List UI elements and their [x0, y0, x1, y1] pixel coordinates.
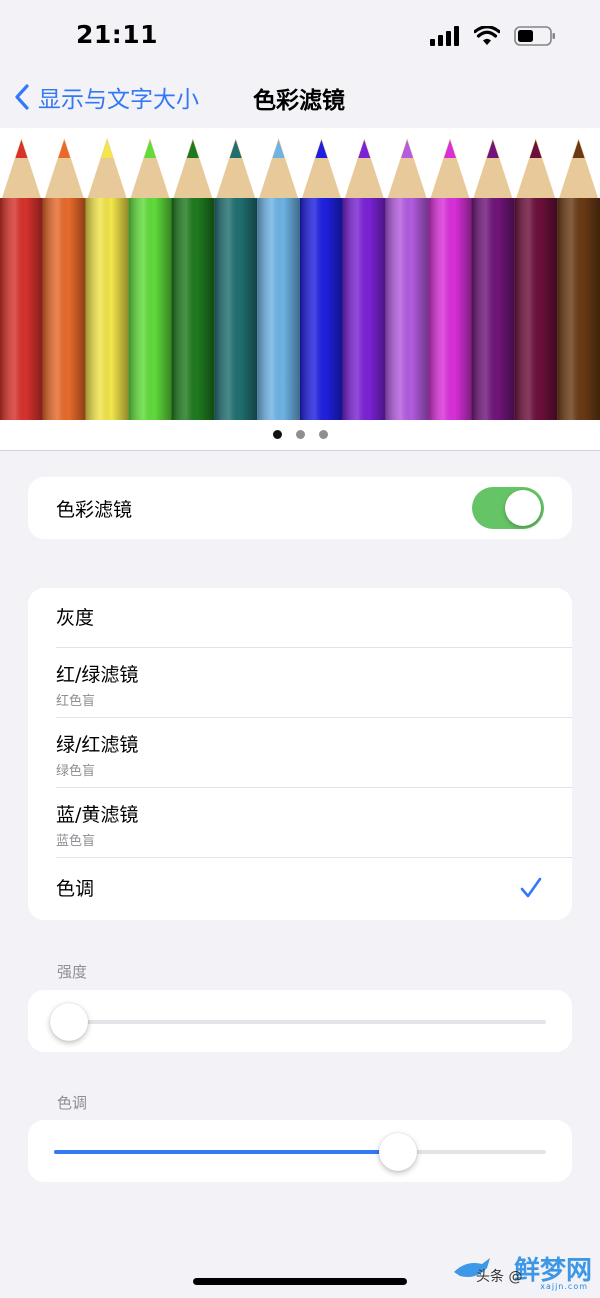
filter-options-list: 灰度 红/绿滤镜 红色盲 绿/红滤镜 绿色盲 蓝/黄滤镜 蓝色盲 色调 — [28, 588, 572, 920]
filter-option-subtitle: 蓝色盲 — [56, 834, 96, 849]
battery-icon — [514, 26, 555, 46]
home-indicator[interactable] — [193, 1278, 407, 1285]
filter-option-blue-yellow[interactable]: 蓝/黄滤镜 蓝色盲 — [28, 788, 572, 858]
pencil-1 — [0, 138, 43, 420]
pencil-11 — [428, 138, 472, 420]
pencil-2 — [42, 138, 86, 420]
pencil-14 — [557, 138, 600, 420]
color-filter-switch[interactable] — [472, 487, 544, 529]
pencil-6 — [214, 138, 258, 420]
watermark-url: xajjn.com — [540, 1282, 588, 1291]
filter-option-red-green[interactable]: 红/绿滤镜 红色盲 — [28, 648, 572, 718]
slider-fill — [54, 1150, 399, 1154]
status-time: 21:11 — [76, 20, 159, 49]
filter-option-title: 蓝/黄滤镜 — [56, 804, 139, 826]
status-bar: 21:11 — [0, 0, 600, 70]
pencil-10 — [385, 138, 429, 420]
page-dot-2[interactable] — [295, 430, 305, 439]
cellular-signal-icon — [430, 26, 459, 46]
filter-option-title: 灰度 — [56, 607, 95, 629]
pencil-3 — [85, 138, 129, 420]
status-icons — [430, 22, 556, 50]
wifi-icon — [474, 26, 500, 45]
pencil-9 — [342, 138, 386, 420]
hue-card — [28, 1120, 572, 1182]
pencil-7 — [257, 138, 300, 420]
page-dot-1[interactable] — [272, 430, 282, 439]
intensity-label: 强度 — [57, 963, 88, 981]
color-filter-row: 色彩滤镜 — [28, 477, 572, 539]
color-filter-toggle-card: 色彩滤镜 — [28, 477, 572, 539]
color-filter-preview[interactable] — [0, 128, 600, 451]
hue-label: 色调 — [57, 1094, 88, 1112]
slider-track — [54, 1020, 546, 1024]
navigation-bar: 显示与文字大小 色彩滤镜 — [0, 70, 600, 126]
filter-option-title: 绿/红滤镜 — [56, 734, 139, 756]
filter-option-title: 红/绿滤镜 — [56, 664, 139, 686]
watermark: 鲜梦网 头条 @ xajjn.com — [452, 1250, 592, 1294]
hue-slider-thumb[interactable] — [379, 1133, 418, 1171]
pencil-12 — [471, 138, 515, 420]
switch-knob — [505, 490, 541, 526]
back-button[interactable]: 显示与文字大小 — [14, 80, 199, 114]
pencil-5 — [171, 138, 215, 420]
intensity-slider[interactable] — [28, 990, 572, 1052]
pencil-4 — [128, 138, 172, 420]
page-indicator[interactable] — [0, 430, 600, 439]
filter-option-subtitle: 绿色盲 — [56, 764, 96, 779]
filter-option-grayscale[interactable]: 灰度 — [28, 588, 572, 648]
page-title: 色彩滤镜 — [253, 88, 345, 114]
chevron-left-icon — [15, 84, 29, 110]
intensity-slider-thumb[interactable] — [50, 1003, 88, 1041]
pencils-image — [0, 138, 600, 420]
page-dot-3[interactable] — [318, 430, 328, 439]
pencil-13 — [514, 138, 558, 420]
hue-slider[interactable] — [28, 1120, 572, 1182]
filter-option-green-red[interactable]: 绿/红滤镜 绿色盲 — [28, 718, 572, 788]
back-label: 显示与文字大小 — [38, 87, 199, 113]
intensity-card — [28, 990, 572, 1052]
filter-option-color-tint[interactable]: 色调 — [28, 858, 572, 920]
slider-track — [54, 1150, 546, 1154]
filter-option-title: 色调 — [56, 878, 95, 900]
filter-option-subtitle: 红色盲 — [56, 694, 96, 709]
checkmark-icon — [520, 877, 542, 898]
pencil-8 — [300, 138, 343, 420]
color-filter-label: 色彩滤镜 — [56, 498, 133, 521]
watermark-byline: 头条 @ — [476, 1269, 523, 1285]
